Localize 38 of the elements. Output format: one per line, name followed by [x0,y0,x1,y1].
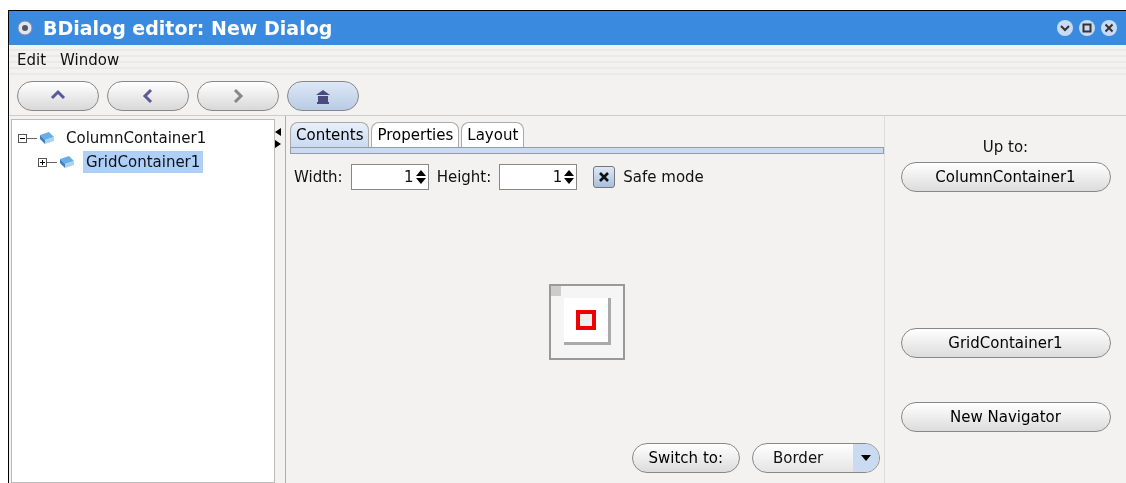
field-label: Width: [294,168,343,186]
navigate-button[interactable]: ColumnContainer1 [900,162,1111,192]
new-navigator-button[interactable]: New Navigator [900,402,1111,432]
back-button[interactable] [107,81,189,111]
field-label: Height: [436,168,492,186]
tree-item[interactable]: GridContainer1 [83,151,204,173]
spinner-arrows-icon [564,169,575,185]
switch-to-button[interactable]: Switch to: [631,443,740,473]
expand-icon[interactable] [38,157,47,167]
cross-mark-icon [598,171,611,183]
caret-icon [861,455,871,461]
checkbox-label: Safe mode [623,168,704,186]
tab[interactable]: Contents [290,122,370,147]
up-to-label: Up to: [982,138,1029,156]
safe-mode-checkbox[interactable] [593,166,616,188]
layout-dropdown[interactable]: Border [752,443,880,473]
house-icon [314,88,332,104]
menu-item[interactable]: Edit [17,51,47,69]
tab[interactable]: Properties [371,122,460,147]
collapse-icon[interactable] [18,133,27,143]
spinner-arrows-icon [415,169,426,185]
splitter-handle[interactable] [275,116,286,483]
forward-button[interactable] [197,81,279,111]
container-icon [59,155,75,169]
tree-item[interactable]: ColumnContainer1 [63,127,210,149]
home-button[interactable] [287,81,359,111]
navigate-button[interactable]: GridContainer1 [900,328,1111,358]
container-icon [39,131,55,145]
tab[interactable]: Layout [461,122,525,147]
close-button[interactable] [1100,19,1118,37]
minimize-button[interactable] [1056,19,1074,37]
app-icon [17,20,33,36]
number-spinner[interactable]: 1 [499,164,578,190]
number-spinner[interactable]: 1 [350,164,429,190]
window-title: BDialog editor: New Dialog [43,17,334,39]
maximize-button[interactable] [1078,19,1096,37]
menu-item[interactable]: Window [60,51,120,69]
up-button[interactable] [17,81,99,111]
